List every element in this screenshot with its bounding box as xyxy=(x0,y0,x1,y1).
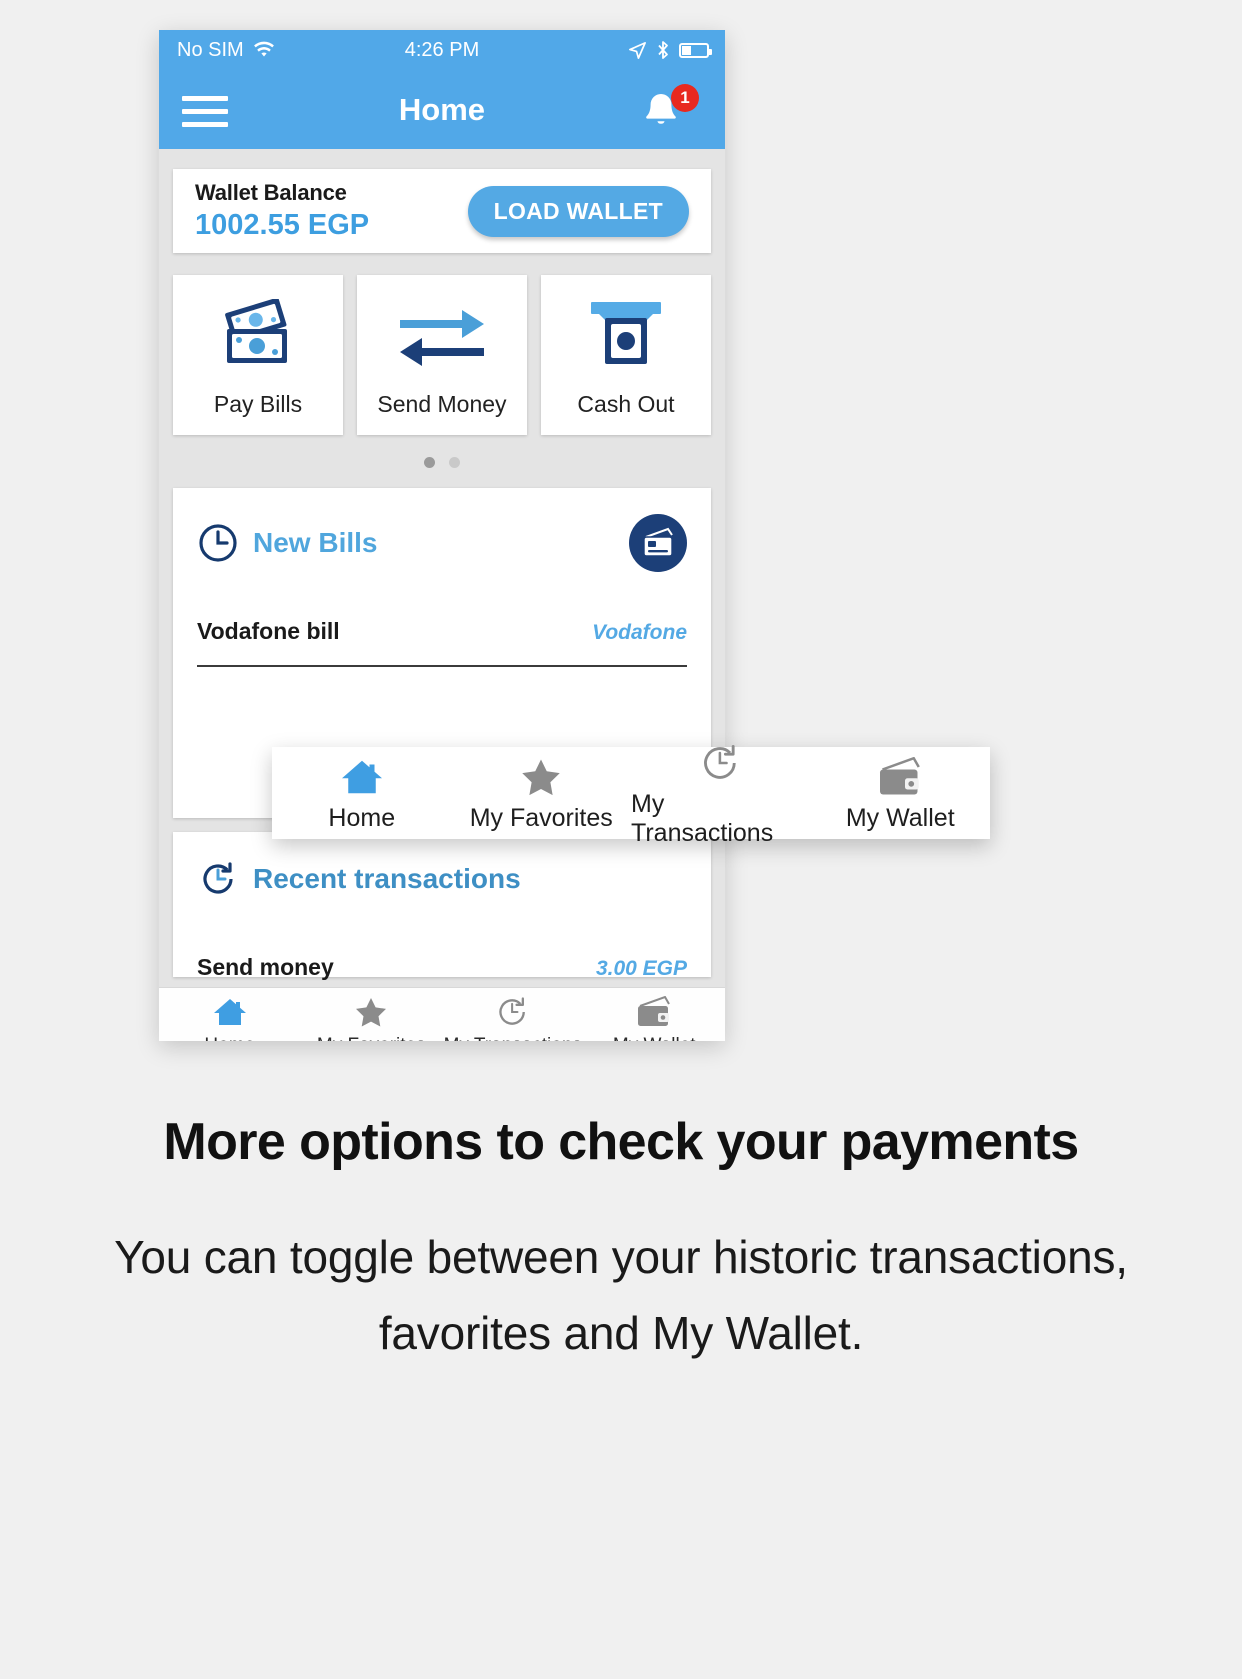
wallet-balance-amount: 1002.55 EGP xyxy=(195,209,370,241)
star-icon xyxy=(519,753,563,801)
tab-label: My Favorites xyxy=(317,1035,426,1041)
quick-action-cash-out[interactable]: Cash Out xyxy=(541,275,711,435)
clock-refresh-icon xyxy=(495,992,531,1032)
nav-bar: Home 1 xyxy=(159,70,725,149)
carousel-dot-active[interactable] xyxy=(424,457,435,468)
highlight-tab-label: My Wallet xyxy=(845,804,955,832)
tab-label: My Wallet xyxy=(613,1035,696,1041)
page-root: No SIM 4:26 PM Home 1 Wallet Balance 100… xyxy=(0,0,1242,1679)
wallet-icon xyxy=(635,992,673,1032)
wallet-balance-text-group: Wallet Balance 1002.55 EGP xyxy=(195,180,369,242)
quick-action-label: Pay Bills xyxy=(213,390,303,417)
recent-transactions-title: Recent transactions xyxy=(253,863,521,894)
bill-row[interactable]: Vodafone bill Vodafone xyxy=(197,618,687,645)
bottom-tab-bar: Home My Favorites xyxy=(159,987,725,1041)
atm-cash-icon xyxy=(585,293,667,377)
new-bills-title: New Bills xyxy=(253,527,378,558)
quick-actions-row: Pay Bills Send Money Cash Out xyxy=(173,275,711,435)
wallet-icon xyxy=(876,753,924,801)
status-bar-right xyxy=(628,40,712,60)
notification-button[interactable]: 1 xyxy=(637,84,699,136)
home-icon xyxy=(339,753,385,801)
star-icon xyxy=(354,992,388,1032)
bluetooth-icon xyxy=(658,41,668,59)
highlight-tab-label: My Favorites xyxy=(469,804,613,832)
highlight-tab-my-wallet[interactable]: My Wallet xyxy=(811,753,991,833)
highlighted-tab-bar: Home My Favorites My Transactions My Wal… xyxy=(272,744,991,847)
phone-screenshot: No SIM 4:26 PM Home 1 Wallet Balance 100… xyxy=(159,30,725,1041)
carousel-dot[interactable] xyxy=(449,457,460,468)
bill-provider: Vodafone xyxy=(592,621,687,644)
new-bills-header-left: New Bills xyxy=(197,522,377,564)
home-icon xyxy=(212,992,248,1032)
highlight-tab-label: Home xyxy=(328,804,396,832)
clock-refresh-icon xyxy=(698,739,744,787)
recent-transactions-card: Recent transactions Send money 3.00 EGP xyxy=(173,832,711,980)
carousel-dots xyxy=(173,457,711,468)
tab-my-wallet[interactable]: My Wallet xyxy=(584,992,726,1041)
recent-transactions-header-left: Recent transactions xyxy=(197,858,521,900)
two-way-arrows-icon xyxy=(396,293,488,377)
location-arrow-icon xyxy=(629,41,646,59)
wallet-balance-label: Wallet Balance xyxy=(195,180,347,205)
battery-icon xyxy=(679,42,712,58)
quick-action-label: Cash Out xyxy=(577,390,675,417)
caption-block: More options to check your payments You … xyxy=(0,1112,1242,1372)
highlight-tab-home[interactable]: Home xyxy=(272,753,452,833)
load-wallet-button[interactable]: LOAD WALLET xyxy=(467,185,689,237)
tab-my-favorites[interactable]: My Favorites xyxy=(301,992,443,1041)
home-screen: Wallet Balance 1002.55 EGP LOAD WALLET P… xyxy=(159,169,725,1041)
quick-action-pay-bills[interactable]: Pay Bills xyxy=(173,275,343,435)
wallet-balance-card: Wallet Balance 1002.55 EGP LOAD WALLET xyxy=(173,169,711,253)
new-bills-badge[interactable] xyxy=(629,514,687,572)
bill-name: Vodafone bill xyxy=(197,618,340,644)
highlight-tab-label: My Transactions xyxy=(631,789,774,847)
clock-refresh-icon xyxy=(203,862,233,894)
tab-label: Home xyxy=(204,1035,255,1041)
notification-badge: 1 xyxy=(671,84,699,112)
wallet-card-icon xyxy=(643,527,673,557)
caption-title: More options to check your payments xyxy=(163,1113,1079,1171)
quick-action-label: Send Money xyxy=(377,390,507,417)
tab-my-transactions[interactable]: My Transactions xyxy=(442,992,584,1041)
clock-icon xyxy=(199,524,237,562)
caption-body: You can toggle between your historic tra… xyxy=(114,1231,1128,1359)
quick-action-send-money[interactable]: Send Money xyxy=(357,275,527,435)
transaction-row[interactable]: Send money 3.00 EGP xyxy=(197,954,687,981)
highlight-tab-my-favorites[interactable]: My Favorites xyxy=(452,753,632,833)
tab-label: My Transactions xyxy=(444,1035,582,1041)
transaction-amount: 3.00 EGP xyxy=(595,957,687,980)
transaction-name: Send money xyxy=(197,954,334,980)
bill-divider xyxy=(197,665,687,667)
banknotes-icon xyxy=(219,293,297,377)
recent-transactions-header: Recent transactions xyxy=(197,858,687,900)
status-bar: No SIM 4:26 PM xyxy=(159,30,725,70)
tab-home[interactable]: Home xyxy=(159,992,301,1041)
highlight-tab-my-transactions[interactable]: My Transactions xyxy=(631,739,811,848)
new-bills-header: New Bills xyxy=(197,514,687,572)
